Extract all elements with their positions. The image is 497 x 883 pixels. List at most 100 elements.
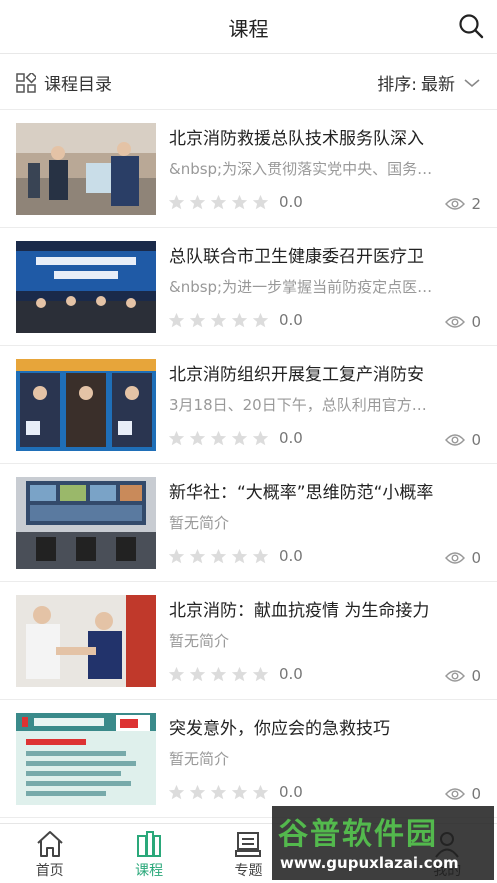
course-title: 总队联合市卫生健康委召开医疗卫	[169, 247, 424, 267]
star-icon	[189, 666, 206, 682]
course-description: &nbsp;为进一步掌握当前防疫定点医院消防安全状况	[169, 278, 441, 296]
eye-icon	[445, 316, 466, 328]
site-watermark: 谷普软件园 www.gupuxlazai.com	[272, 806, 494, 880]
tab-label: 首页	[35, 863, 64, 879]
star-icon	[231, 548, 248, 564]
course-description: 暂无简介	[169, 750, 230, 768]
eye-icon	[445, 788, 466, 800]
star-icon	[168, 312, 185, 328]
rating-stars	[168, 312, 269, 329]
view-count: 0	[445, 667, 481, 685]
home-icon	[37, 831, 63, 857]
sort-value: 最新	[421, 75, 455, 95]
star-icon	[210, 194, 227, 210]
tab-home[interactable]: 首页	[0, 824, 99, 883]
view-count-number: 0	[471, 785, 481, 803]
star-icon	[189, 194, 206, 210]
star-icon	[189, 312, 206, 328]
star-icon	[168, 784, 185, 800]
rating-stars	[168, 430, 269, 447]
course-icon	[137, 831, 162, 857]
watermark-name: 谷普软件园	[278, 817, 438, 852]
course-item[interactable]: 新华社：“大概率”思维防范“小概率 暂无简介 0.0 0	[0, 464, 497, 582]
grid-icon	[16, 72, 36, 93]
view-count: 0	[445, 313, 481, 331]
view-count: 0	[445, 785, 481, 803]
star-icon	[252, 784, 269, 800]
filter-bar: 课程目录 排序: 最新	[0, 54, 497, 110]
view-count-number: 2	[471, 195, 481, 213]
star-icon	[231, 784, 248, 800]
tab-course[interactable]: 课程	[99, 824, 198, 883]
star-icon	[231, 430, 248, 446]
category-directory-button[interactable]: 课程目录	[16, 70, 112, 95]
sort-dropdown[interactable]: 排序: 最新	[377, 70, 481, 95]
course-description: 3月18日、20日下午，总队利用官方微博开展直播	[169, 396, 441, 414]
eye-icon	[445, 434, 466, 446]
page-title: 课程	[228, 17, 269, 41]
course-thumbnail	[16, 477, 156, 569]
course-item[interactable]: 北京消防救援总队技术服务队深入 &nbsp;为深入贯彻落实党中央、国务院关于疫情…	[0, 110, 497, 228]
course-title: 突发意外，你应会的急救技巧	[169, 719, 390, 739]
course-thumbnail	[16, 713, 156, 805]
top-bar: 课程	[0, 0, 497, 54]
rating-stars	[168, 194, 269, 211]
rating-value: 0.0	[279, 783, 303, 801]
watermark-url: www.gupuxlazai.com	[280, 854, 459, 872]
course-item[interactable]: 北京消防：献血抗疫情 为生命接力 暂无简介 0.0 0	[0, 582, 497, 700]
star-icon	[252, 548, 269, 564]
star-icon	[231, 194, 248, 210]
course-list: 北京消防救援总队技术服务队深入 &nbsp;为深入贯彻落实党中央、国务院关于疫情…	[0, 110, 497, 818]
view-count-number: 0	[471, 313, 481, 331]
star-icon	[252, 666, 269, 682]
course-title: 北京消防：献血抗疫情 为生命接力	[169, 601, 430, 621]
course-description: 暂无简介	[169, 514, 230, 532]
course-thumbnail	[16, 241, 156, 333]
rating-stars	[168, 784, 269, 801]
star-icon	[168, 430, 185, 446]
course-title: 北京消防救援总队技术服务队深入	[169, 129, 424, 149]
course-item[interactable]: 突发意外，你应会的急救技巧 暂无简介 0.0 0	[0, 700, 497, 818]
topic-icon	[235, 832, 262, 857]
star-icon	[189, 430, 206, 446]
eye-icon	[445, 670, 466, 682]
rating-stars	[168, 548, 269, 565]
view-count: 0	[445, 549, 481, 567]
rating-value: 0.0	[279, 665, 303, 683]
view-count: 0	[445, 431, 481, 449]
eye-icon	[445, 198, 466, 210]
eye-icon	[445, 552, 466, 564]
rating-value: 0.0	[279, 311, 303, 329]
course-description: &nbsp;为深入贯彻落实党中央、国务院关于疫情防控	[169, 160, 441, 178]
star-icon	[252, 430, 269, 446]
star-icon	[231, 312, 248, 328]
view-count-number: 0	[471, 549, 481, 567]
rating-stars	[168, 666, 269, 683]
course-title: 北京消防组织开展复工复产消防安	[169, 365, 424, 385]
tab-label: 专题	[234, 863, 263, 879]
rating-value: 0.0	[279, 547, 303, 565]
star-icon	[252, 194, 269, 210]
category-label: 课程目录	[44, 75, 112, 95]
course-thumbnail	[16, 123, 156, 215]
tab-label: 课程	[135, 863, 164, 879]
star-icon	[210, 312, 227, 328]
star-icon	[210, 784, 227, 800]
course-item[interactable]: 总队联合市卫生健康委召开医疗卫 &nbsp;为进一步掌握当前防疫定点医院消防安全…	[0, 228, 497, 346]
course-thumbnail	[16, 359, 156, 451]
star-icon	[168, 194, 185, 210]
star-icon	[210, 548, 227, 564]
view-count-number: 0	[471, 667, 481, 685]
rating-value: 0.0	[279, 429, 303, 447]
star-icon	[189, 548, 206, 564]
search-icon[interactable]	[457, 12, 485, 40]
star-icon	[210, 666, 227, 682]
view-count-number: 0	[471, 431, 481, 449]
course-item[interactable]: 北京消防组织开展复工复产消防安 3月18日、20日下午，总队利用官方微博开展直播…	[0, 346, 497, 464]
course-description: 暂无简介	[169, 632, 230, 650]
view-count: 2	[445, 195, 481, 213]
star-icon	[168, 666, 185, 682]
course-thumbnail	[16, 595, 156, 687]
chevron-down-icon	[464, 78, 480, 87]
star-icon	[252, 312, 269, 328]
